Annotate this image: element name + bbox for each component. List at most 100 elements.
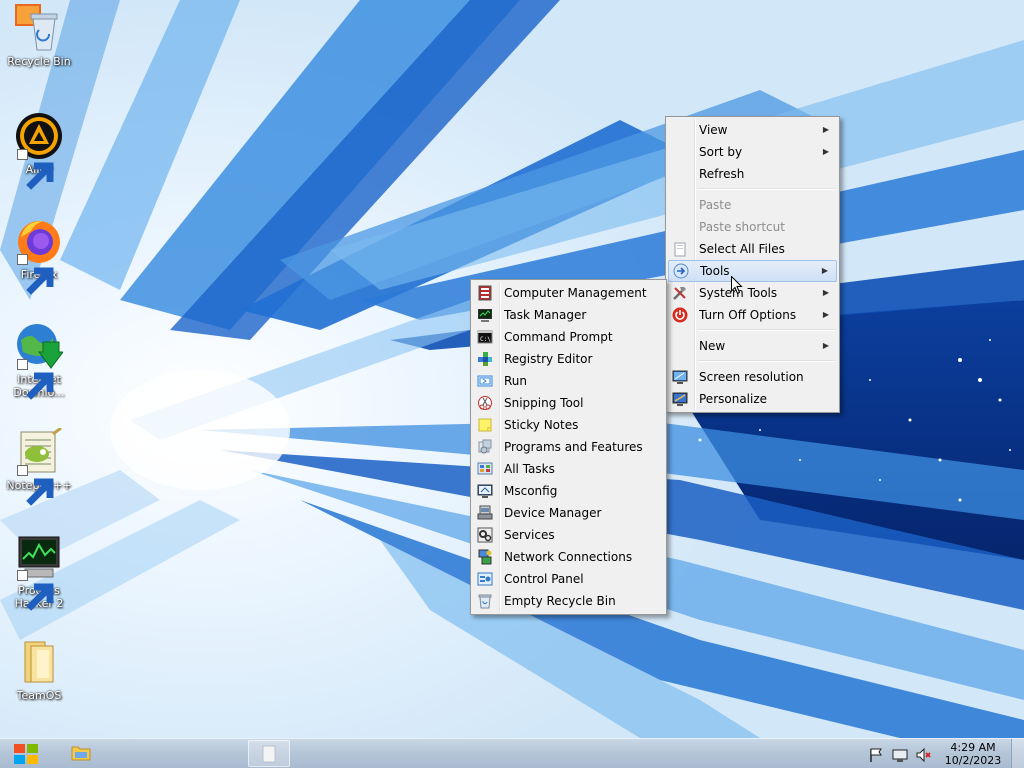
menu-item-label: View bbox=[699, 123, 728, 137]
desktop-icon-notepad-plus-plus[interactable]: Notepad++ bbox=[4, 428, 74, 506]
submenu-item-command-prompt[interactable]: C:\ Command Prompt bbox=[473, 326, 664, 348]
clock-date: 10/2/2023 bbox=[944, 754, 1002, 767]
menu-item-label: All Tasks bbox=[504, 462, 555, 476]
shortcut-arrow-icon bbox=[17, 254, 54, 295]
taskbar-clock[interactable]: 4:29 AM 10/2/2023 bbox=[938, 741, 1008, 767]
submenu-item-device-manager[interactable]: Device Manager bbox=[473, 502, 664, 524]
desktop-icon-internet-download-manager[interactable]: Internet Downlo... bbox=[4, 322, 74, 400]
snipping-tool-icon bbox=[477, 395, 493, 411]
show-desktop-button[interactable] bbox=[1011, 739, 1024, 768]
run-icon bbox=[477, 373, 493, 389]
menu-item-view[interactable]: View ▶ bbox=[668, 119, 837, 141]
desktop-icon-process-hacker[interactable]: Process Hacker 2 bbox=[4, 533, 74, 611]
task-manager-icon bbox=[477, 307, 493, 323]
submenu-item-all-tasks[interactable]: All Tasks bbox=[473, 458, 664, 480]
programs-features-icon bbox=[477, 439, 493, 455]
menu-item-label: Turn Off Options bbox=[699, 308, 797, 322]
menu-item-label: Paste shortcut bbox=[699, 220, 785, 234]
submenu-item-services[interactable]: Services bbox=[473, 524, 664, 546]
submenu-item-run[interactable]: Run bbox=[473, 370, 664, 392]
menu-item-screen-resolution[interactable]: Screen resolution bbox=[668, 366, 837, 388]
folder-icon bbox=[24, 641, 54, 683]
shortcut-arrow-icon bbox=[17, 149, 54, 190]
submenu-item-control-panel[interactable]: Control Panel bbox=[473, 568, 664, 590]
desktop-icon-label: Recycle Bin bbox=[7, 55, 71, 68]
menu-item-label: Sort by bbox=[699, 145, 743, 159]
menu-item-label: Sticky Notes bbox=[504, 418, 579, 432]
desktop-icon-aimp[interactable]: AIMP bbox=[4, 112, 74, 190]
menu-item-label: Refresh bbox=[699, 167, 745, 181]
menu-item-personalize[interactable]: Personalize bbox=[668, 388, 837, 410]
mouse-cursor-icon bbox=[731, 276, 743, 295]
submenu-arrow-icon: ▶ bbox=[821, 266, 828, 275]
menu-item-label: New bbox=[699, 339, 726, 353]
desktop-icon-recycle-bin[interactable]: Recycle Bin bbox=[4, 4, 74, 68]
clock-time: 4:29 AM bbox=[950, 741, 996, 754]
submenu-arrow-icon: ▶ bbox=[822, 125, 829, 134]
empty-recycle-bin-icon bbox=[477, 593, 493, 609]
action-center-flag-icon[interactable] bbox=[868, 747, 884, 763]
submenu-item-programs-and-features[interactable]: Programs and Features bbox=[473, 436, 664, 458]
taskbar-open-window-button[interactable] bbox=[248, 740, 290, 767]
start-button[interactable] bbox=[8, 740, 44, 768]
menu-item-new[interactable]: New ▶ bbox=[668, 335, 837, 357]
menu-item-turn-off-options[interactable]: Turn Off Options ▶ bbox=[668, 304, 837, 326]
device-manager-icon bbox=[477, 505, 493, 521]
sticky-notes-icon bbox=[477, 417, 493, 433]
wrench-hammer-icon bbox=[672, 285, 688, 301]
menu-item-label: Services bbox=[504, 528, 555, 542]
control-panel-icon bbox=[477, 571, 493, 587]
volume-muted-icon[interactable] bbox=[916, 747, 932, 763]
submenu-item-empty-recycle-bin[interactable]: Empty Recycle Bin bbox=[473, 590, 664, 612]
menu-item-label: Programs and Features bbox=[504, 440, 643, 454]
submenu-item-registry-editor[interactable]: Registry Editor bbox=[473, 348, 664, 370]
shortcut-arrow-icon bbox=[17, 465, 54, 506]
submenu-item-computer-management[interactable]: Computer Management bbox=[473, 282, 664, 304]
menu-item-sort-by[interactable]: Sort by ▶ bbox=[668, 141, 837, 163]
submenu-item-task-manager[interactable]: Task Manager bbox=[473, 304, 664, 326]
file-explorer-icon bbox=[71, 746, 91, 761]
network-connections-icon bbox=[477, 549, 493, 565]
submenu-item-snipping-tool[interactable]: Snipping Tool bbox=[473, 392, 664, 414]
menu-item-refresh[interactable]: Refresh bbox=[668, 163, 837, 185]
menu-item-label: Screen resolution bbox=[699, 370, 804, 384]
desktop-icon-label: TeamOS bbox=[16, 689, 62, 702]
menu-separator bbox=[698, 188, 835, 190]
desktop-context-menu: View ▶ Sort by ▶ Refresh Paste Paste sho… bbox=[665, 116, 840, 413]
menu-item-label: Empty Recycle Bin bbox=[504, 594, 616, 608]
command-prompt-icon: C:\ bbox=[477, 329, 493, 345]
desktop-icon-teamos[interactable]: TeamOS bbox=[4, 638, 74, 702]
windows-logo-icon bbox=[14, 744, 38, 764]
menu-separator bbox=[698, 329, 835, 331]
registry-editor-icon bbox=[477, 351, 493, 367]
menu-separator bbox=[698, 360, 835, 362]
menu-item-label: Personalize bbox=[699, 392, 768, 406]
computer-management-icon bbox=[477, 285, 493, 301]
all-tasks-icon bbox=[477, 461, 493, 477]
menu-item-system-tools[interactable]: System Tools ▶ bbox=[668, 282, 837, 304]
desktop-icon-firefox[interactable]: Firefox bbox=[4, 217, 74, 295]
menu-item-label: Task Manager bbox=[504, 308, 587, 322]
select-all-icon bbox=[672, 241, 688, 257]
shortcut-arrow-icon bbox=[17, 570, 54, 611]
tools-submenu: Computer Management Task Manager C:\ Com… bbox=[470, 279, 667, 615]
menu-item-label: Computer Management bbox=[504, 286, 647, 300]
submenu-arrow-icon: ▶ bbox=[822, 341, 829, 350]
submenu-item-msconfig[interactable]: Msconfig bbox=[473, 480, 664, 502]
network-icon[interactable] bbox=[892, 747, 908, 763]
taskbar-file-explorer-button[interactable] bbox=[62, 740, 100, 767]
personalize-icon bbox=[672, 391, 688, 407]
submenu-item-network-connections[interactable]: Network Connections bbox=[473, 546, 664, 568]
menu-item-label: Registry Editor bbox=[504, 352, 593, 366]
blank-document-icon bbox=[262, 745, 276, 763]
menu-item-select-all-files[interactable]: Select All Files bbox=[668, 238, 837, 260]
recycle-bin-icon bbox=[15, 4, 58, 51]
svg-text:C:\: C:\ bbox=[480, 336, 491, 343]
submenu-item-sticky-notes[interactable]: Sticky Notes bbox=[473, 414, 664, 436]
menu-item-tools[interactable]: Tools ▶ bbox=[668, 260, 837, 282]
submenu-arrow-icon: ▶ bbox=[822, 288, 829, 297]
msconfig-icon bbox=[477, 483, 493, 499]
arrow-right-icon bbox=[673, 263, 689, 279]
services-icon bbox=[477, 527, 493, 543]
taskbar: 4:29 AM 10/2/2023 bbox=[0, 738, 1024, 768]
